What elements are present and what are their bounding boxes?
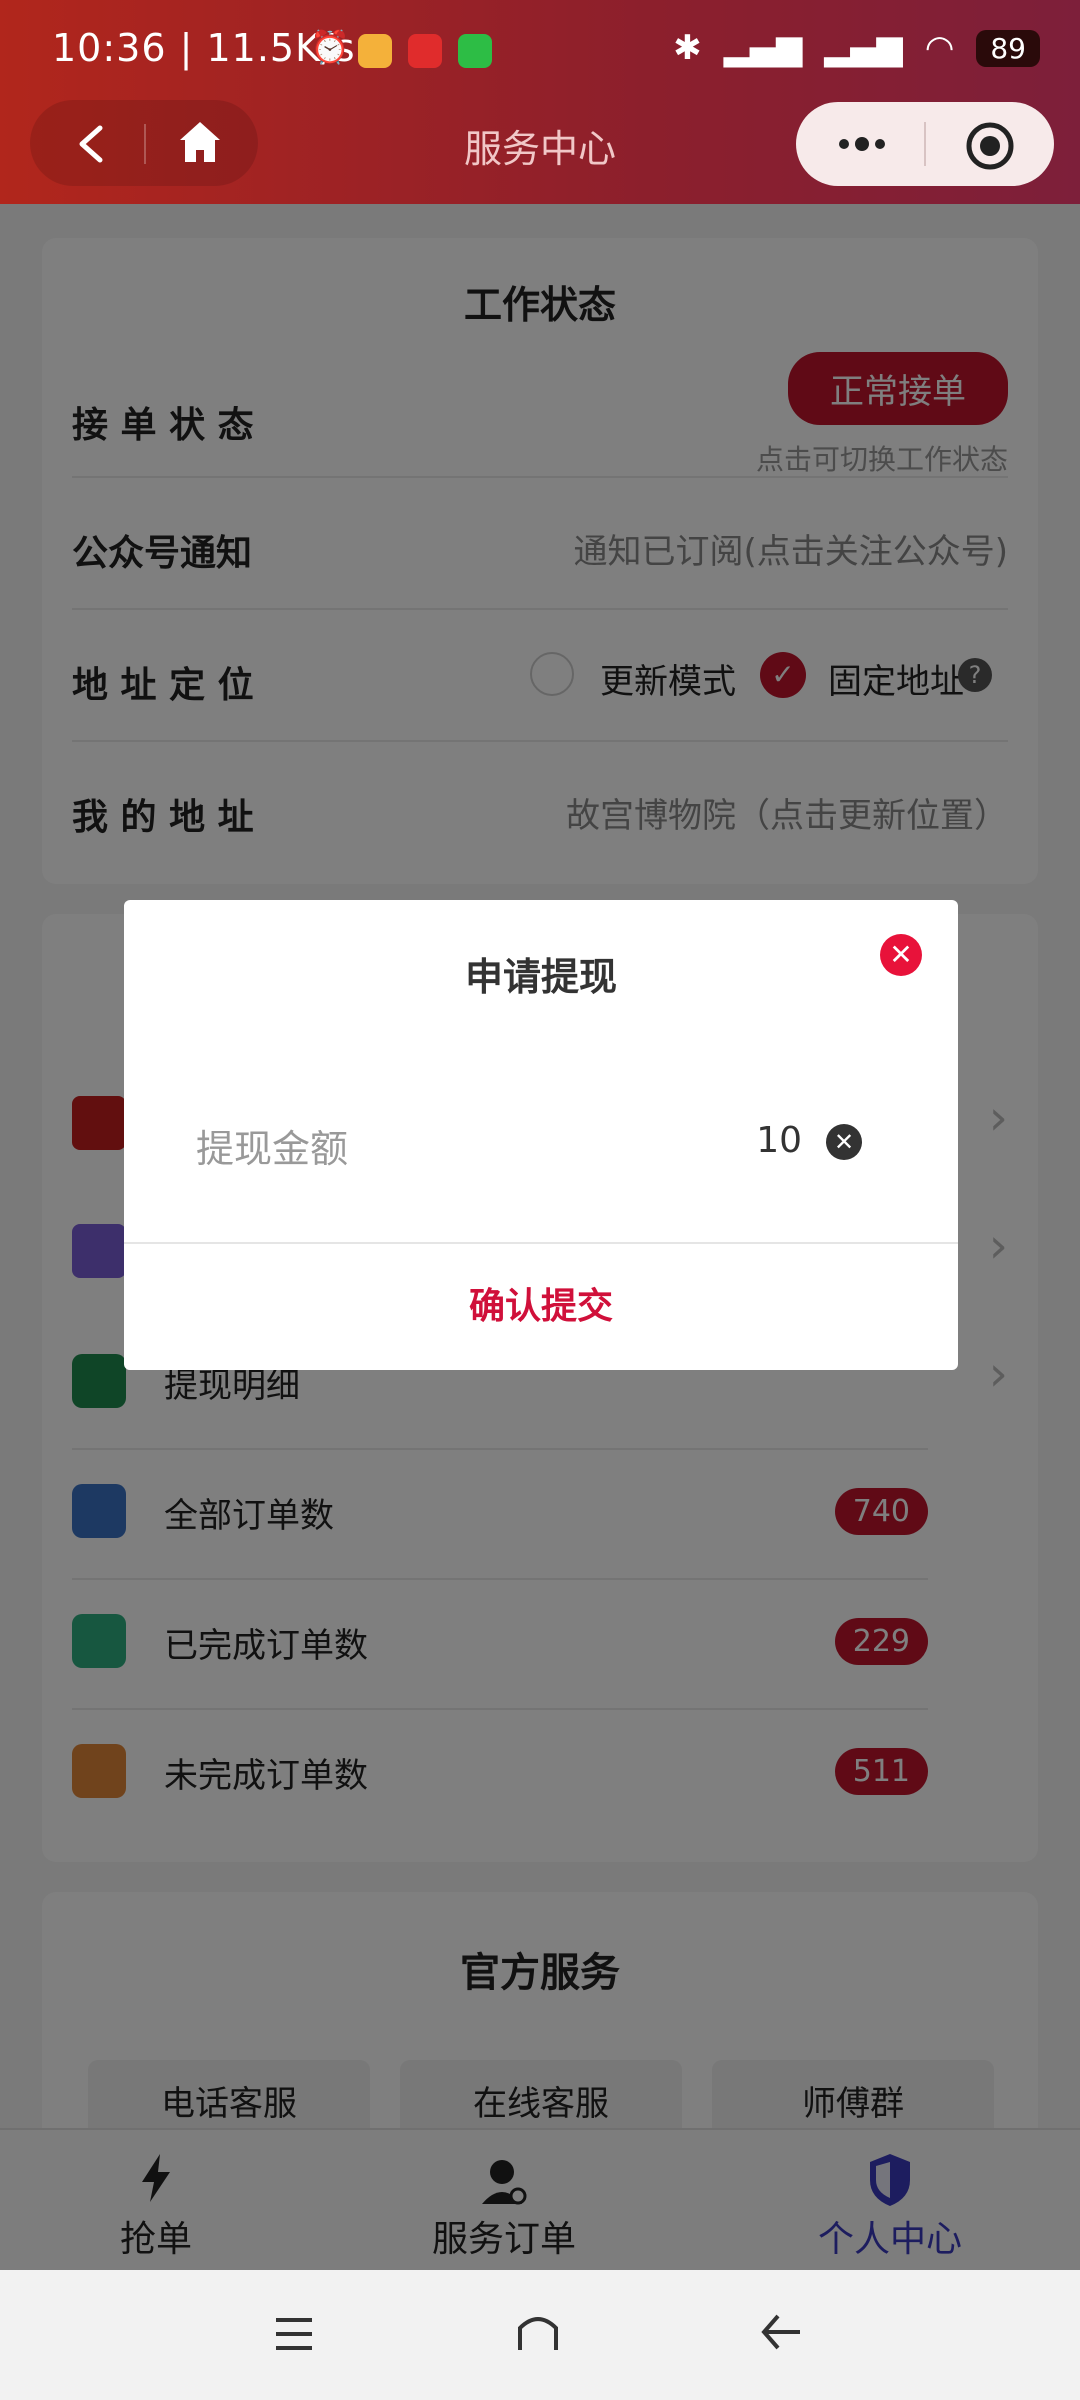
withdraw-modal: 申请提现 ✕ 提现金额 10 ✕ 确认提交 xyxy=(124,900,958,1370)
notification-app-icon xyxy=(358,34,392,68)
capsule-separator xyxy=(924,122,926,166)
more-icon[interactable] xyxy=(832,120,892,168)
mini-program-capsule xyxy=(796,102,1054,186)
system-home-icon[interactable] xyxy=(516,2310,560,2354)
signal-icon: ▂▄▆ xyxy=(824,28,903,68)
confirm-submit-button[interactable]: 确认提交 xyxy=(124,1244,958,1370)
system-back-icon[interactable] xyxy=(760,2312,804,2352)
clear-input-icon[interactable]: ✕ xyxy=(826,1124,862,1160)
battery-indicator: 89 xyxy=(976,29,1040,67)
alarm-icon: ⏰ xyxy=(310,28,350,66)
notification-app-icon xyxy=(408,34,442,68)
withdraw-amount-input[interactable]: 10 xyxy=(756,1120,802,1161)
menu-icon[interactable] xyxy=(274,2316,314,2352)
close-icon[interactable]: ✕ xyxy=(880,934,922,976)
withdraw-amount-label: 提现金额 xyxy=(196,1127,349,1171)
system-nav-bar xyxy=(0,2270,1080,2400)
status-indicators: ✱ ▂▄▆ ▂▄▆ ◠ 89 xyxy=(673,28,1040,68)
close-mini-program-icon[interactable] xyxy=(964,120,1016,172)
wifi-icon: ◠ xyxy=(924,28,955,68)
app-header: 10:36 | 11.5K/s ⏰ ✱ ▂▄▆ ▂▄▆ ◠ 89 服务中心 xyxy=(0,0,1080,204)
wechat-icon xyxy=(458,34,492,68)
modal-title: 申请提现 xyxy=(464,955,617,999)
bluetooth-icon: ✱ xyxy=(673,28,702,68)
signal-icon: ▂▄▆ xyxy=(723,28,803,68)
